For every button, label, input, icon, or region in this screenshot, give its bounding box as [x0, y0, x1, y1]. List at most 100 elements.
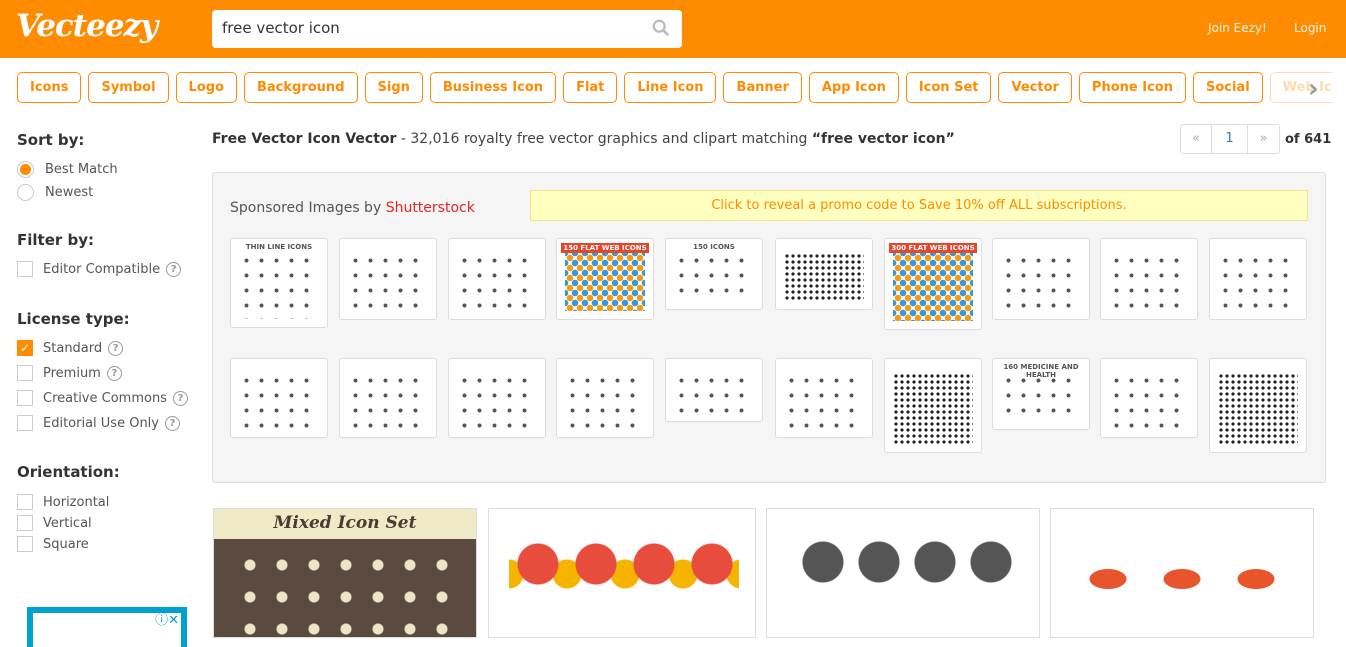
- sponsored-thumbnail[interactable]: [665, 358, 763, 422]
- tag-web-icons[interactable]: Web Icons: [1269, 72, 1332, 103]
- tag-line-icon[interactable]: Line Icon: [624, 72, 717, 103]
- tag-phone-icon[interactable]: Phone Icon: [1078, 72, 1186, 103]
- option-label: Editor Compatible: [43, 261, 161, 277]
- license-option-creative-commons[interactable]: Creative Commons?: [17, 390, 188, 406]
- checkbox[interactable]: ✓: [17, 340, 33, 356]
- license-option-premium[interactable]: Premium?: [17, 365, 122, 381]
- tag-banner[interactable]: Banner: [723, 72, 802, 103]
- option-label: Premium: [43, 365, 101, 381]
- orientation-option-square[interactable]: Square: [17, 536, 89, 552]
- tag-sign[interactable]: Sign: [364, 72, 423, 103]
- icon-grid-image: [893, 373, 973, 444]
- image-title: Mixed Icon Set: [214, 509, 476, 539]
- sponsored-thumbnail[interactable]: [1100, 238, 1198, 320]
- sponsored-thumbnail[interactable]: 150 FLAT WEB ICONS: [556, 238, 654, 320]
- option-label: Standard: [43, 340, 103, 356]
- tag-logo[interactable]: Logo: [175, 72, 237, 103]
- tag-icons[interactable]: Icons: [17, 72, 82, 103]
- sponsored-thumbnail[interactable]: [339, 238, 437, 320]
- orientation-option-vertical[interactable]: Vertical: [17, 515, 92, 531]
- sponsored-thumbnail[interactable]: THIN LINE ICONS: [230, 238, 328, 328]
- license-option-standard[interactable]: ✓ Standard?: [17, 340, 124, 356]
- radio-button[interactable]: [17, 161, 34, 178]
- tag-background[interactable]: Background: [244, 72, 358, 103]
- chevron-right-icon[interactable]: ›: [1308, 74, 1319, 104]
- prev-page-button[interactable]: «: [1181, 125, 1212, 153]
- results-title: Free Vector Icon Vector - 32,016 royalty…: [212, 131, 955, 147]
- help-icon[interactable]: ?: [165, 415, 180, 431]
- orientation-title: Orientation:: [17, 463, 120, 481]
- result-image[interactable]: Mixed Icon Set: [213, 508, 477, 638]
- tag-icon-set[interactable]: Icon Set: [905, 72, 992, 103]
- filter-option-editor-compatible[interactable]: Editor Compatible?: [17, 261, 182, 277]
- icon-grid-image: [1109, 253, 1189, 311]
- sponsored-thumbnail[interactable]: [775, 238, 873, 310]
- result-image[interactable]: [766, 508, 1040, 638]
- sort-option-newest[interactable]: Newest: [17, 184, 93, 201]
- checkbox[interactable]: [17, 365, 33, 381]
- sponsored-thumbnail[interactable]: [992, 238, 1090, 320]
- sponsored-thumbnail[interactable]: [884, 358, 982, 453]
- result-image[interactable]: [1050, 508, 1314, 638]
- sponsored-thumbnail[interactable]: [1100, 358, 1198, 438]
- checkbox[interactable]: [17, 494, 33, 510]
- search-input[interactable]: [222, 19, 642, 37]
- icon-grid-image: [565, 253, 645, 311]
- tag-social[interactable]: Social: [1192, 72, 1263, 103]
- join-link[interactable]: Join Eezy!: [1208, 21, 1267, 35]
- sponsored-thumbnail[interactable]: [1209, 358, 1307, 453]
- icon-grid-image: [784, 253, 864, 301]
- ad-close-icon[interactable]: ⓘ✕: [155, 609, 179, 628]
- filter-title: Filter by:: [17, 231, 95, 249]
- tag-flat[interactable]: Flat: [563, 72, 618, 103]
- sponsored-thumbnail[interactable]: [448, 238, 546, 320]
- option-label: Newest: [45, 185, 94, 200]
- results-summary: - 32,016 royalty free vector graphics an…: [396, 131, 812, 147]
- sponsored-thumbnail[interactable]: 160 MEDICINE AND HEALTH: [992, 358, 1090, 430]
- sponsored-thumbnail[interactable]: 300 FLAT WEB ICONS: [884, 238, 982, 330]
- sponsored-thumbnail[interactable]: [556, 358, 654, 438]
- sponsored-thumbnail[interactable]: [1209, 238, 1307, 320]
- tag-symbol[interactable]: Symbol: [88, 72, 169, 103]
- icon-grid-image: [1218, 373, 1298, 444]
- logo[interactable]: Vecteezy: [16, 8, 158, 44]
- orientation-option-horizontal[interactable]: Horizontal: [17, 494, 109, 510]
- next-page-button[interactable]: »: [1248, 125, 1279, 153]
- help-icon[interactable]: ?: [106, 365, 122, 381]
- icon-grid-image: [234, 549, 456, 637]
- sort-option-best-match[interactable]: Best Match: [17, 161, 118, 178]
- result-image[interactable]: [488, 508, 756, 638]
- checkbox[interactable]: [17, 261, 33, 277]
- sponsored-thumbnail[interactable]: [775, 358, 873, 438]
- shutterstock-link[interactable]: Shutterstock: [386, 200, 475, 216]
- checkbox[interactable]: [17, 536, 33, 552]
- advertisement[interactable]: ⓘ✕: [27, 607, 187, 647]
- tag-bar: Icons Symbol Logo Background Sign Business Ic…: [17, 72, 1332, 104]
- checkbox[interactable]: [17, 415, 33, 431]
- login-link[interactable]: Login: [1294, 21, 1326, 35]
- help-icon[interactable]: ?: [172, 390, 188, 406]
- checkbox[interactable]: [17, 515, 33, 531]
- sponsored-thumbnail[interactable]: [448, 358, 546, 438]
- tag-vector[interactable]: Vector: [998, 72, 1072, 103]
- option-label: Vertical: [43, 515, 92, 531]
- icon-grid-image: [784, 373, 864, 429]
- tag-app-icon[interactable]: App Icon: [808, 72, 899, 103]
- help-icon[interactable]: ?: [108, 340, 124, 356]
- option-label: Best Match: [45, 162, 118, 177]
- tag-business-icon[interactable]: Business Icon: [429, 72, 557, 103]
- license-option-editorial-use-only[interactable]: Editorial Use Only?: [17, 415, 180, 431]
- results-query: “free vector icon”: [811, 131, 955, 147]
- sponsored-thumbnail[interactable]: 150 ICONS: [665, 238, 763, 310]
- promo-banner[interactable]: Click to reveal a promo code to Save 10%…: [530, 190, 1308, 221]
- icon-grid-image: [1218, 253, 1298, 311]
- checkbox[interactable]: [17, 390, 33, 406]
- search-icon[interactable]: [652, 19, 670, 37]
- help-icon[interactable]: ?: [166, 261, 182, 277]
- page-count: of 641: [1285, 132, 1332, 147]
- page-number-input[interactable]: 1: [1212, 125, 1248, 153]
- icon-grid-image: [348, 253, 428, 311]
- radio-button[interactable]: [17, 184, 34, 201]
- sponsored-thumbnail[interactable]: [339, 358, 437, 438]
- sponsored-thumbnail[interactable]: [230, 358, 328, 438]
